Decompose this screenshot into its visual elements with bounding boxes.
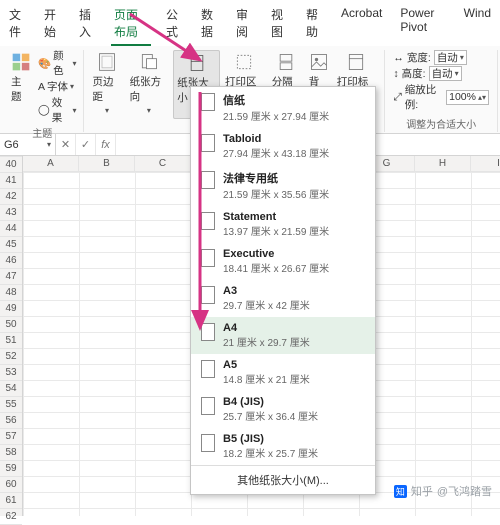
col-header[interactable]: C bbox=[135, 156, 191, 172]
themes-label: 主题 bbox=[11, 74, 31, 104]
paper-option-Tabloid[interactable]: Tabloid27.94 厘米 x 43.18 厘米 bbox=[191, 128, 375, 165]
row-header[interactable]: 50 bbox=[0, 317, 22, 333]
row-header[interactable]: 43 bbox=[0, 205, 22, 221]
page-icon bbox=[201, 134, 215, 152]
row-header[interactable]: 59 bbox=[0, 461, 22, 477]
row-header[interactable]: 45 bbox=[0, 237, 22, 253]
cancel-icon[interactable]: ✕ bbox=[56, 134, 76, 155]
width-select[interactable]: 自动▾ bbox=[434, 50, 467, 65]
tab-帮助[interactable]: 帮助 bbox=[303, 4, 326, 46]
paper-option-A4[interactable]: A421 厘米 x 29.7 厘米 bbox=[191, 317, 375, 354]
page-icon bbox=[201, 249, 215, 267]
paper-option-A3[interactable]: A329.7 厘米 x 42 厘米 bbox=[191, 280, 375, 317]
row-header[interactable]: 54 bbox=[0, 381, 22, 397]
row-header[interactable]: 51 bbox=[0, 333, 22, 349]
width-icon: ↔ bbox=[393, 52, 404, 64]
page-icon bbox=[201, 434, 215, 452]
tab-页面布局[interactable]: 页面布局 bbox=[111, 4, 151, 46]
zhihu-icon: 知 bbox=[394, 485, 407, 498]
watermark: 知 知乎 @飞鸿踏雪 bbox=[394, 483, 492, 499]
row-header[interactable]: 40 bbox=[0, 157, 22, 173]
row-header[interactable]: 58 bbox=[0, 445, 22, 461]
col-header[interactable]: B bbox=[79, 156, 135, 172]
page-icon bbox=[201, 360, 215, 378]
row-header[interactable]: 42 bbox=[0, 189, 22, 205]
row-header[interactable]: 55 bbox=[0, 397, 22, 413]
col-header[interactable]: A bbox=[23, 156, 79, 172]
group-label-scale: 调整为合适大小 bbox=[406, 116, 476, 132]
tab-Power Pivot[interactable]: Power Pivot bbox=[397, 4, 448, 46]
tab-Acrobat[interactable]: Acrobat bbox=[338, 4, 385, 46]
page-icon bbox=[201, 212, 215, 230]
paper-option-A5[interactable]: A514.8 厘米 x 21 厘米 bbox=[191, 354, 375, 391]
paper-size-menu: 信纸21.59 厘米 x 27.94 厘米Tabloid27.94 厘米 x 4… bbox=[190, 86, 376, 495]
effects-icon: ◯ bbox=[38, 104, 50, 116]
font-icon: A bbox=[38, 81, 45, 93]
paper-option-Statement[interactable]: Statement13.97 厘米 x 21.59 厘米 bbox=[191, 206, 375, 243]
tab-插入[interactable]: 插入 bbox=[76, 4, 99, 46]
row-header[interactable]: 57 bbox=[0, 429, 22, 445]
tab-开始[interactable]: 开始 bbox=[41, 4, 64, 46]
scale-spin[interactable]: 100%▴▾ bbox=[446, 90, 489, 105]
name-box[interactable]: G6▾ bbox=[0, 134, 56, 155]
themes-button[interactable]: 主题 bbox=[8, 50, 34, 125]
row-header[interactable]: 44 bbox=[0, 221, 22, 237]
row-header[interactable]: 52 bbox=[0, 349, 22, 365]
row-header[interactable]: 60 bbox=[0, 477, 22, 493]
tab-审阅[interactable]: 审阅 bbox=[233, 4, 256, 46]
enter-icon[interactable]: ✓ bbox=[76, 134, 96, 155]
page-icon bbox=[201, 171, 215, 189]
paper-option-法律专用纸[interactable]: 法律专用纸21.59 厘米 x 35.56 厘米 bbox=[191, 165, 375, 206]
row-header[interactable]: 56 bbox=[0, 413, 22, 429]
tab-视图[interactable]: 视图 bbox=[268, 4, 291, 46]
page-icon bbox=[201, 397, 215, 415]
paper-option-B4 (JIS)[interactable]: B4 (JIS)25.7 厘米 x 36.4 厘米 bbox=[191, 391, 375, 428]
page-icon bbox=[201, 93, 215, 111]
tab-公式[interactable]: 公式 bbox=[163, 4, 186, 46]
margins-button[interactable]: 页边距▾ bbox=[90, 50, 125, 117]
tab-数据[interactable]: 数据 bbox=[198, 4, 221, 46]
effects-button[interactable]: ◯效果▾ bbox=[38, 95, 77, 125]
height-select[interactable]: 自动▾ bbox=[429, 66, 462, 81]
row-header[interactable]: 61 bbox=[0, 493, 22, 509]
row-header[interactable]: 53 bbox=[0, 365, 22, 381]
fx-icon[interactable]: fx bbox=[96, 134, 116, 155]
colors-button[interactable]: 🎨颜色▾ bbox=[38, 48, 77, 78]
row-header[interactable]: 46 bbox=[0, 253, 22, 269]
tab-文件[interactable]: 文件 bbox=[6, 4, 29, 46]
page-icon bbox=[201, 286, 215, 304]
fonts-button[interactable]: A字体▾ bbox=[38, 79, 77, 94]
row-header[interactable]: 49 bbox=[0, 301, 22, 317]
orientation-button[interactable]: 纸张方向▾ bbox=[127, 50, 172, 117]
height-icon: ↕ bbox=[393, 68, 398, 80]
col-header[interactable]: H bbox=[415, 156, 471, 172]
row-header[interactable]: 47 bbox=[0, 269, 22, 285]
paper-option-B5 (JIS)[interactable]: B5 (JIS)18.2 厘米 x 25.7 厘米 bbox=[191, 428, 375, 465]
row-header[interactable]: 48 bbox=[0, 285, 22, 301]
row-header[interactable]: 41 bbox=[0, 173, 22, 189]
scale-icon: ⤢ bbox=[393, 91, 401, 104]
palette-icon: 🎨 bbox=[38, 57, 51, 70]
more-paper-sizes[interactable]: 其他纸张大小(M)... bbox=[191, 465, 375, 494]
page-icon bbox=[201, 323, 215, 341]
col-header[interactable]: I bbox=[471, 156, 500, 172]
tab-Wind[interactable]: Wind bbox=[461, 4, 494, 46]
row-header[interactable]: 62 bbox=[0, 509, 22, 525]
paper-option-Executive[interactable]: Executive18.41 厘米 x 26.67 厘米 bbox=[191, 243, 375, 280]
paper-option-信纸[interactable]: 信纸21.59 厘米 x 27.94 厘米 bbox=[191, 87, 375, 128]
